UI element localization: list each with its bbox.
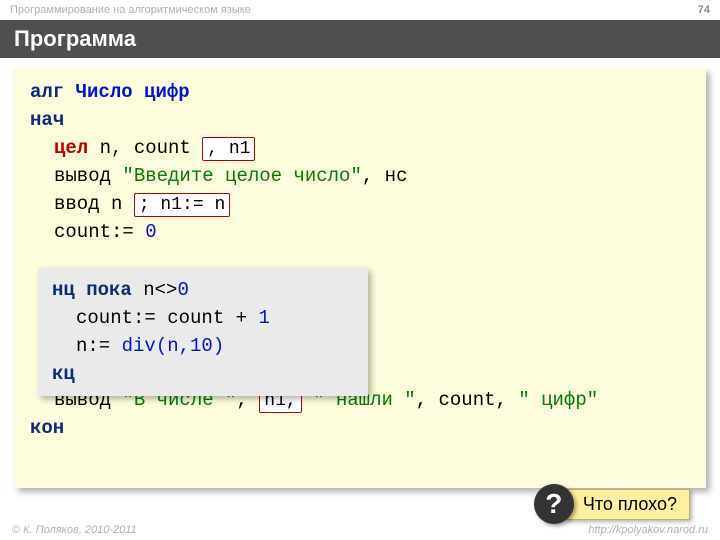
question-icon: ? (534, 484, 574, 524)
code-line-decl: цел n, count , n1 (30, 134, 690, 162)
kw-vvod: ввод (54, 193, 100, 215)
footer: © К. Поляков, 2010-2011 http://kpolyakov… (0, 524, 720, 536)
loop-inc-op: + (224, 307, 258, 329)
code-block: алг Число цифр нач цел n, count , n1 выв… (14, 68, 706, 488)
loop-zero: 0 (177, 279, 188, 301)
loop-div: n:= div(n,10) (52, 332, 354, 360)
kw-tsel: цел (54, 137, 88, 159)
code-line-nach: нач (30, 106, 690, 134)
page-number: 74 (698, 4, 710, 16)
kw-nach: нач (30, 109, 64, 131)
course-name: Программирование на алгоритмическом язык… (10, 4, 251, 16)
count-init-zero: 0 (145, 221, 156, 243)
question-callout: ? Что плохо? (534, 484, 690, 524)
kw-alg: алг (30, 81, 64, 103)
out-count: , count, (416, 389, 519, 411)
prompt-string: "Введите целое число" (122, 165, 361, 187)
highlight-n1-assign: ; n1:= n (134, 193, 230, 217)
loop-header: нц пока n<>0 (52, 276, 354, 304)
loop-div-call: div(n,10) (122, 335, 225, 357)
kw-kon: кон (30, 417, 64, 439)
loop-box: нц пока n<>0 count:= count + 1 n:= div(n… (38, 268, 368, 396)
newline-suffix: , нс (362, 165, 408, 187)
code-line-kon: кон (30, 414, 690, 442)
loop-inc-rhs: 1 (258, 307, 269, 329)
footer-url: http://kpolyakov.narod.ru (588, 524, 708, 536)
highlight-n1-decl: , n1 (202, 137, 255, 161)
slide-title: Программа (0, 20, 720, 58)
question-label: Что плохо? (564, 489, 690, 520)
decl-vars: n, count (88, 137, 191, 159)
kw-vyvod: вывод (54, 165, 111, 187)
loop-assign-n: n:= (76, 335, 122, 357)
kw-kts: кц (52, 363, 75, 385)
code-line-prompt: вывод "Введите целое число", нс (30, 162, 690, 190)
input-n: n (100, 193, 123, 215)
loop-inc-lhs: count:= count (76, 307, 224, 329)
copyright: © К. Поляков, 2010-2011 (12, 524, 137, 536)
code-line-countinit: count:= 0 (30, 218, 690, 246)
out-suf: " цифр" (518, 389, 598, 411)
count-init-lhs: count:= (54, 221, 145, 243)
program-name: Число цифр (76, 81, 190, 103)
code-line-alg: алг Число цифр (30, 78, 690, 106)
loop-n: n (132, 279, 155, 301)
content: алг Число цифр нач цел n, count , n1 выв… (0, 58, 720, 540)
top-bar: Программирование на алгоритмическом язык… (0, 0, 720, 20)
loop-op: <> (155, 279, 178, 301)
loop-end: кц (52, 360, 354, 388)
kw-nts-poka: нц пока (52, 279, 132, 301)
code-line-input: ввод n ; n1:= n (30, 190, 690, 218)
slide: Программирование на алгоритмическом язык… (0, 0, 720, 540)
loop-inc: count:= count + 1 (52, 304, 354, 332)
